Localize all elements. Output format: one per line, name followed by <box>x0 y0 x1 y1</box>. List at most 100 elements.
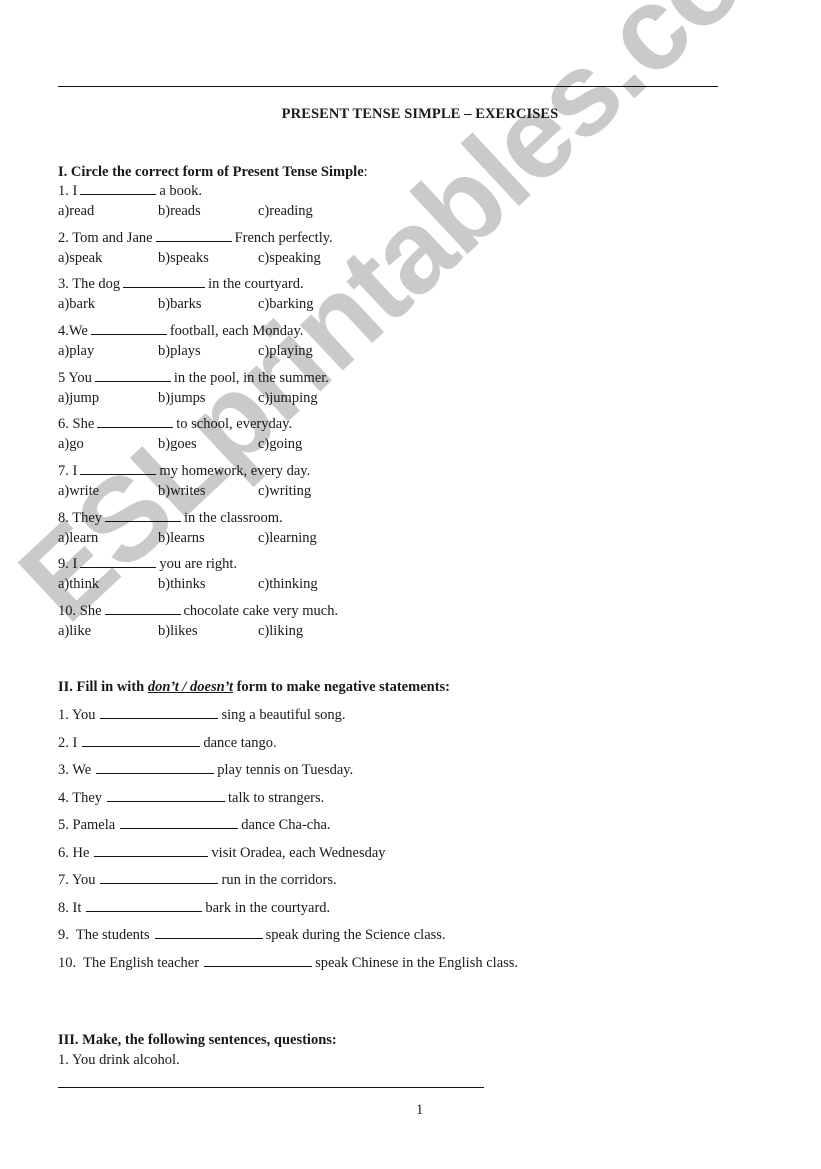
negative-statement: 1. You sing a beautiful song. <box>58 706 346 724</box>
option-b[interactable]: b)jumps <box>158 389 206 407</box>
option-a[interactable]: a)learn <box>58 529 98 547</box>
option-c[interactable]: c)playing <box>258 342 313 360</box>
option-c[interactable]: c)learning <box>258 529 317 547</box>
sentence-start: 7. I <box>58 463 78 479</box>
sentence-start: 1. You <box>58 707 96 723</box>
answer-blank[interactable] <box>97 415 174 428</box>
sentence-end: speak during the Science class. <box>265 927 446 943</box>
option-c[interactable]: c)writing <box>258 482 311 500</box>
sentence-end: football, each Monday. <box>169 323 304 339</box>
sentence-end: speak Chinese in the English class. <box>315 955 519 971</box>
sentence-end: run in the corridors. <box>221 872 337 888</box>
answer-blank[interactable] <box>94 844 209 857</box>
answer-blank[interactable] <box>82 734 201 747</box>
sentence-start: 5 You <box>58 370 92 386</box>
option-b[interactable]: b)likes <box>158 622 197 640</box>
option-c[interactable]: c)speaking <box>258 249 321 267</box>
sentence-start: 8. It <box>58 900 82 916</box>
sentence-start: 3. The dog <box>58 276 121 292</box>
sentence-start: 3. We <box>58 762 92 778</box>
option-c[interactable]: c)barking <box>258 295 314 313</box>
sentence-end: in the classroom. <box>184 510 283 526</box>
answer-line[interactable] <box>58 1087 484 1088</box>
option-a[interactable]: a)speak <box>58 249 102 267</box>
negative-statement: 7. You run in the corridors. <box>58 871 337 889</box>
answer-blank[interactable] <box>80 182 157 195</box>
negative-statement: 10. The English teacher speak Chinese in … <box>58 954 518 972</box>
option-a[interactable]: a)read <box>58 202 94 220</box>
header-rule <box>58 86 718 87</box>
section-2-heading-pre: II. Fill in with <box>58 679 148 695</box>
sentence-start: 6. He <box>58 845 90 861</box>
option-b[interactable]: b)learns <box>158 529 205 547</box>
sentence-end: play tennis on Tuesday. <box>217 762 354 778</box>
answer-blank[interactable] <box>154 926 263 939</box>
option-c[interactable]: c)jumping <box>258 389 318 407</box>
answer-blank[interactable] <box>96 761 215 774</box>
answer-blank[interactable] <box>155 229 232 242</box>
sentence-end: dance Cha-cha. <box>241 817 331 833</box>
answer-blank[interactable] <box>100 706 219 719</box>
sentence-end: bark in the courtyard. <box>205 900 331 916</box>
sentence-start: 9. I <box>58 556 78 572</box>
option-a[interactable]: a)go <box>58 435 84 453</box>
answer-blank[interactable] <box>107 789 226 802</box>
option-a[interactable]: a)jump <box>58 389 99 407</box>
answer-blank[interactable] <box>100 871 219 884</box>
answer-blank[interactable] <box>90 322 167 335</box>
sentence-end: a book. <box>159 183 203 199</box>
option-c[interactable]: c)thinking <box>258 575 318 593</box>
sentence-start: 5. Pamela <box>58 817 116 833</box>
option-b[interactable]: b)thinks <box>158 575 206 593</box>
sentence-start: 1. I <box>58 183 78 199</box>
option-b[interactable]: b)barks <box>158 295 202 313</box>
answer-blank[interactable] <box>104 602 181 615</box>
section-3-heading: III. Make, the following sentences, ques… <box>58 1032 337 1048</box>
worksheet-page: PRESENT TENSE SIMPLE – EXERCISES I. Circ… <box>0 0 821 1169</box>
question-sentence: 10. She chocolate cake very much. <box>58 602 338 620</box>
section-2-heading-post: form to make negative statements: <box>232 679 451 695</box>
question-sentence: 7. I my homework, every day. <box>58 462 310 480</box>
answer-blank[interactable] <box>123 275 206 288</box>
section-2-heading: II. Fill in with don’t / doesn’t form to… <box>58 679 450 696</box>
question-sentence: 4.We football, each Monday. <box>58 322 303 340</box>
option-b[interactable]: b)reads <box>158 202 201 220</box>
answer-blank[interactable] <box>80 555 157 568</box>
sentence-end: you are right. <box>159 556 238 572</box>
answer-blank[interactable] <box>204 954 313 967</box>
negative-statement: 3. We play tennis on Tuesday. <box>58 761 353 779</box>
question-sentence: 8. They in the classroom. <box>58 509 283 527</box>
option-c[interactable]: c)reading <box>258 202 313 220</box>
option-a[interactable]: a)think <box>58 575 99 593</box>
sentence-start: 2. I <box>58 735 78 751</box>
option-a[interactable]: a)bark <box>58 295 95 313</box>
section-1-heading-colon: : <box>363 164 368 180</box>
answer-blank[interactable] <box>80 462 157 475</box>
sentence-start: 6. She <box>58 416 95 432</box>
option-a[interactable]: a)like <box>58 622 91 640</box>
negative-statement: 6. He visit Oradea, each Wednesday <box>58 844 386 862</box>
answer-blank[interactable] <box>105 509 182 522</box>
negative-statement: 9. The students speak during the Science … <box>58 926 446 944</box>
option-b[interactable]: b)goes <box>158 435 197 453</box>
answer-blank[interactable] <box>94 369 171 382</box>
sentence-start: 10. The English teacher <box>58 955 200 971</box>
sentence-end: chocolate cake very much. <box>183 603 339 619</box>
option-b[interactable]: b)plays <box>158 342 201 360</box>
sentence-start: 10. She <box>58 603 102 619</box>
answer-blank[interactable] <box>86 899 203 912</box>
question-sentence: 1. I a book. <box>58 182 202 200</box>
negative-statement: 2. I dance tango. <box>58 734 277 752</box>
question-sentence: 3. The dog in the courtyard. <box>58 275 304 293</box>
question-sentence: 5 You in the pool, in the summer. <box>58 369 329 387</box>
sentence-start: 8. They <box>58 510 103 526</box>
answer-blank[interactable] <box>120 816 239 829</box>
option-b[interactable]: b)speaks <box>158 249 209 267</box>
option-a[interactable]: a)play <box>58 342 94 360</box>
sentence-start: 9. The students <box>58 927 150 943</box>
page-number: 1 <box>416 1102 424 1118</box>
option-a[interactable]: a)write <box>58 482 99 500</box>
option-c[interactable]: c)liking <box>258 622 303 640</box>
option-c[interactable]: c)going <box>258 435 302 453</box>
option-b[interactable]: b)writes <box>158 482 206 500</box>
